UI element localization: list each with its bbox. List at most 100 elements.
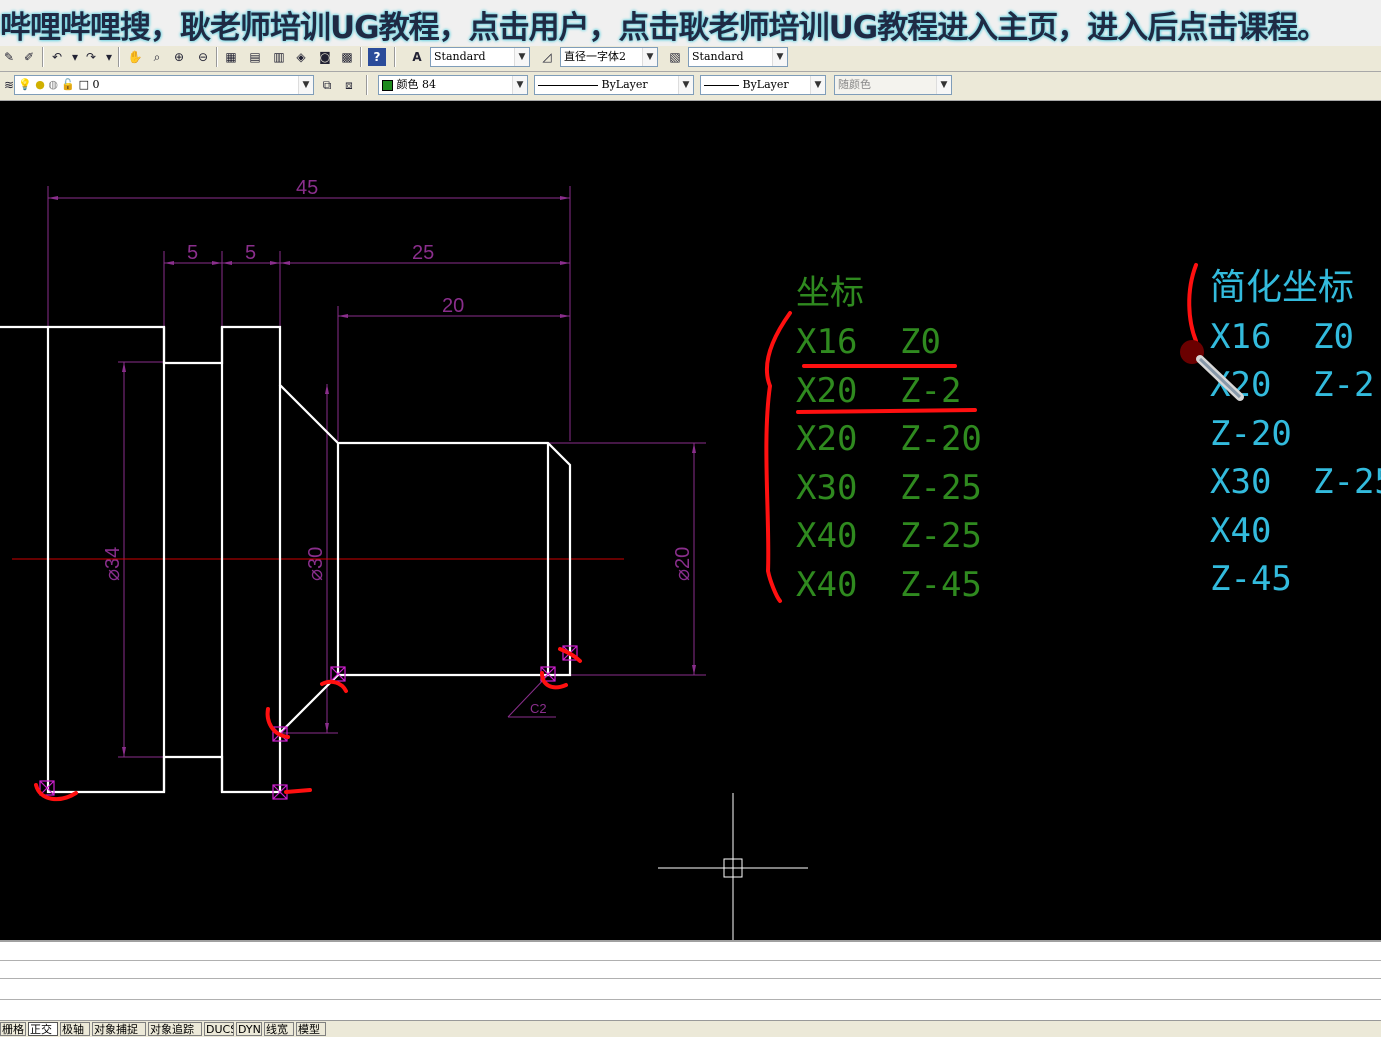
table-style-select[interactable]: Standard ▼ — [688, 47, 788, 67]
crosshair-cursor-icon — [658, 793, 808, 940]
status-osnap-button[interactable]: 对象捕捉 — [92, 1022, 146, 1036]
table-style-icon[interactable]: ▧ — [666, 48, 684, 66]
coords-row-2-z: Z-2 — [900, 371, 961, 411]
coords-row-2-x: X20 — [796, 371, 857, 411]
coords-row-6-x: X40 — [796, 565, 857, 605]
color-swatch-icon: □ — [78, 78, 90, 91]
status-bar: 栅格 正交 极轴 对象捕捉 对象追踪 DUCS DYN 线宽 模型 — [0, 1020, 1381, 1037]
zoom-window-icon[interactable]: ⊕ — [170, 48, 188, 66]
help-icon[interactable]: ? — [368, 48, 386, 66]
color-value: 颜色 84 — [396, 78, 437, 91]
command-history-line — [0, 960, 1381, 961]
linetype-value: ByLayer — [601, 78, 648, 91]
linetype-preview — [538, 84, 598, 86]
standard-toolbar: ✎ ✐ ↶ ▾ ↷ ▾ ✋ ⌕ ⊕ ⊖ ▦ ▤ ▥ ◈ ◙ ▩ ? A Stan… — [0, 44, 1381, 72]
linetype-select[interactable]: ByLayer ▼ — [534, 75, 694, 95]
simplified-title: 简化坐标 — [1210, 267, 1354, 308]
chevron-down-icon[interactable]: ▼ — [512, 76, 527, 94]
simplified-row-4-a: X30 — [1210, 462, 1271, 502]
dim-dia-large-label: ⌀34 — [102, 547, 124, 581]
coords-row-3-x: X20 — [796, 419, 857, 459]
redo-icon[interactable]: ↷ — [82, 48, 100, 66]
coords-row-4-x: X30 — [796, 468, 857, 508]
layer-value: 0 — [92, 78, 100, 91]
dim-dia-mid-label: ⌀30 — [305, 547, 327, 581]
lineweight-preview — [704, 84, 739, 86]
coords-row-1-z: Z0 — [900, 322, 941, 362]
title-banner: 哔哩哔哩搜，耿老师培训UG教程，点击用户，点击耿老师培训UG教程进入主页，进入后… — [0, 0, 1381, 46]
coords-row-4-z: Z-25 — [900, 468, 982, 508]
plot-style-select: 随颜色 ▼ — [834, 75, 952, 95]
undo-icon[interactable]: ↶ — [48, 48, 66, 66]
dim-groove2-label: 5 — [245, 242, 256, 264]
text-style-icon[interactable]: A — [408, 48, 426, 66]
dim-style-icon[interactable]: ◿ — [538, 48, 556, 66]
chevron-down-icon[interactable]: ▼ — [810, 76, 825, 94]
freeze-icon: ◍ — [48, 78, 58, 91]
drawing-svg: 45 5 5 25 20 ⌀34 ⌀30 ⌀20 C2 坐标 X16 Z0 X2… — [0, 177, 1381, 940]
make-current-layer-icon[interactable]: ⧉ — [318, 76, 336, 94]
banner-text: 哔哩哔哩搜，耿老师培训UG教程，点击用户，点击耿老师培训UG教程进入主页，进入后… — [0, 10, 1328, 46]
command-window[interactable] — [0, 940, 1381, 1022]
layers-toolbar: ≋ 💡 ● ◍ 🔓 □ 0 ▼ ⧉ ⧈ 颜色 84 ▼ ByLayer ▼ By… — [0, 72, 1381, 101]
status-grid-button[interactable]: 栅格 — [0, 1022, 26, 1036]
color-swatch — [382, 79, 393, 91]
table-style-value: Standard — [692, 50, 744, 63]
simplified-row-4-b: Z-25 — [1313, 462, 1381, 502]
command-input-line[interactable] — [0, 999, 1381, 1000]
simplified-row-3-a: Z-20 — [1210, 414, 1292, 454]
dim-chamfer-label: C2 — [530, 701, 547, 716]
status-model-button[interactable]: 模型 — [296, 1022, 326, 1036]
dim-style-select[interactable]: 直径一字体2 ▼ — [560, 47, 658, 67]
coords-title: 坐标 — [796, 273, 864, 313]
chevron-down-icon[interactable]: ▼ — [678, 76, 693, 94]
brush-icon[interactable]: ✐ — [20, 48, 38, 66]
color-select[interactable]: 颜色 84 ▼ — [378, 75, 528, 95]
pan-icon[interactable]: ✋ — [126, 48, 144, 66]
dim-shoulder-label: 20 — [442, 295, 464, 317]
dimension-arrows — [48, 196, 696, 757]
chevron-down-icon[interactable]: ▼ — [772, 48, 787, 66]
lineweight-select[interactable]: ByLayer ▼ — [700, 75, 826, 95]
status-ducs-button[interactable]: DUCS — [204, 1022, 234, 1036]
plot-style-value: 随颜色 — [838, 78, 871, 91]
design-center-icon[interactable]: ▤ — [246, 48, 264, 66]
properties-icon[interactable]: ▦ — [222, 48, 240, 66]
chevron-down-icon[interactable]: ▼ — [642, 48, 657, 66]
status-dyn-button[interactable]: DYN — [236, 1022, 262, 1036]
coords-row-3-z: Z-20 — [900, 419, 982, 459]
markup-icon[interactable]: ◙ — [316, 48, 334, 66]
lightbulb-icon: 💡 — [18, 78, 32, 91]
simplified-row-5-a: X40 — [1210, 511, 1271, 551]
layer-previous-icon[interactable]: ⧈ — [340, 76, 358, 94]
layer-select[interactable]: 💡 ● ◍ 🔓 □ 0 ▼ — [14, 75, 314, 95]
text-style-select[interactable]: Standard ▼ — [430, 47, 530, 67]
simplified-table: 简化坐标 X16 Z0 X20 Z-2 Z-20 X30 Z-25 X40 Z-… — [1210, 267, 1381, 599]
sheet-set-icon[interactable]: ◈ — [292, 48, 310, 66]
dim-overall-label: 45 — [296, 177, 318, 199]
simplified-row-1-a: X16 — [1210, 317, 1271, 357]
dim-groove1-label: 5 — [187, 242, 198, 264]
red-annotations — [34, 263, 1198, 802]
status-polar-button[interactable]: 极轴 — [60, 1022, 90, 1036]
chevron-down-icon: ▼ — [936, 76, 951, 94]
chevron-down-icon[interactable]: ▼ — [298, 76, 313, 94]
zoom-previous-icon[interactable]: ⊖ — [194, 48, 212, 66]
status-lineweight-button[interactable]: 线宽 — [264, 1022, 294, 1036]
zoom-realtime-icon[interactable]: ⌕ — [148, 48, 166, 66]
drawing-canvas[interactable]: 45 5 5 25 20 ⌀34 ⌀30 ⌀20 C2 坐标 X16 Z0 X2… — [0, 101, 1381, 940]
dimension-lines — [47, 186, 706, 758]
command-history-line — [0, 978, 1381, 979]
coords-row-1-x: X16 — [796, 322, 857, 362]
pencil-icon[interactable]: ✎ — [0, 48, 18, 66]
calculator-icon[interactable]: ▩ — [338, 48, 356, 66]
text-style-value: Standard — [434, 50, 486, 63]
chevron-down-icon[interactable]: ▼ — [514, 48, 529, 66]
tool-palettes-icon[interactable]: ▥ — [270, 48, 288, 66]
coords-row-5-z: Z-25 — [900, 516, 982, 556]
simplified-row-1-b: Z0 — [1313, 317, 1354, 357]
status-ortho-button[interactable]: 正交 — [28, 1022, 58, 1036]
dim-dia-small-label: ⌀20 — [672, 547, 694, 581]
status-otrack-button[interactable]: 对象追踪 — [148, 1022, 202, 1036]
redo-dropdown-icon[interactable]: ▾ — [100, 48, 118, 66]
